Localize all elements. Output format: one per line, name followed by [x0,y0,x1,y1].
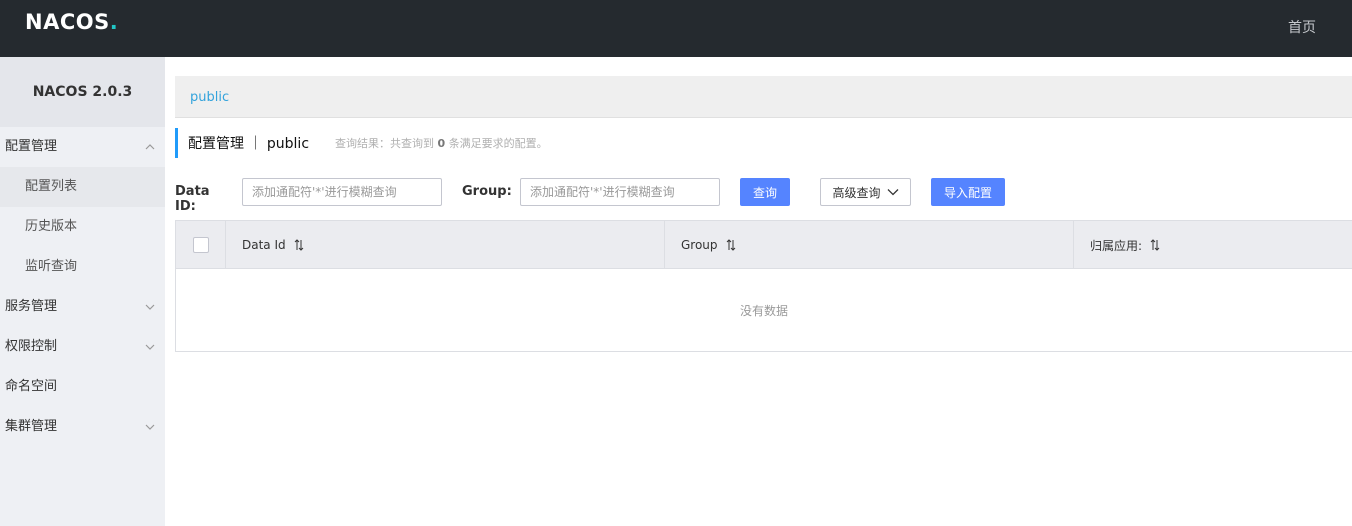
logo-text: NACOS [25,10,110,34]
sidebar-item-label: 配置列表 [25,179,78,194]
chevron-down-icon [145,327,155,367]
sidebar-item-config-management[interactable]: 配置管理 [0,127,165,167]
sort-icon[interactable] [294,239,304,251]
page-title: 配置管理 ｜ public [188,136,310,152]
sort-icon[interactable] [1150,239,1160,251]
import-config-button[interactable]: 导入配置 [931,178,1005,206]
column-header-app[interactable]: 归属应用: [1074,221,1352,269]
sidebar-item-label: 权限控制 [5,339,58,354]
column-label: 归属应用: [1090,238,1143,253]
sidebar: NACOS 2.0.3 配置管理 配置列表 历史版本 监听查询 服务管理 权限控… [0,57,165,526]
sidebar-item-label: 配置管理 [5,139,58,154]
result-suffix: 条满足要求的配置。 [448,137,548,150]
sidebar-item-namespace[interactable]: 命名空间 [0,367,165,407]
chevron-down-icon [145,287,155,327]
column-label: Group [681,238,718,252]
advanced-query-button[interactable]: 高级查询 [820,178,911,206]
nacos-logo[interactable]: NACOS. [25,9,118,35]
sidebar-item-label: 历史版本 [25,219,78,234]
advanced-query-label: 高级查询 [832,185,881,200]
home-link[interactable]: 首页 [1288,17,1316,37]
top-navbar: NACOS. 首页 [0,0,1352,57]
select-all-checkbox[interactable] [192,237,209,253]
table-empty-state: 没有数据 [739,304,788,318]
column-header-group[interactable]: Group [665,221,1074,269]
data-id-input[interactable] [242,178,442,206]
sidebar-item-label: 集群管理 [5,419,58,434]
sidebar-item-label: 监听查询 [25,259,78,274]
select-all-cell [176,221,226,269]
sidebar-version-title: NACOS 2.0.3 [0,57,165,127]
sidebar-item-access-control[interactable]: 权限控制 [0,327,165,367]
column-label: Data Id [242,238,286,252]
result-count: 0 [437,137,446,150]
sort-icon[interactable] [726,239,736,251]
sidebar-item-label: 服务管理 [5,299,58,314]
chevron-down-icon [887,189,898,196]
query-button[interactable]: 查询 [740,178,790,206]
sidebar-item-listener-query[interactable]: 监听查询 [0,247,165,287]
namespace-bar: public [175,76,1352,118]
result-prefix: 查询结果：共查询到 [335,137,435,150]
sidebar-item-cluster-management[interactable]: 集群管理 [0,407,165,447]
group-label: Group: [462,184,512,199]
sidebar-item-history[interactable]: 历史版本 [0,207,165,247]
sidebar-item-label: 命名空间 [5,379,58,394]
logo-dot: . [109,10,118,34]
data-id-label: Data ID: [175,184,210,214]
namespace-public-link[interactable]: public [190,90,229,105]
column-header-data-id[interactable]: Data Id [226,221,665,269]
page-title-row: 配置管理 ｜ public 查询结果：共查询到 0 条满足要求的配置。 [175,128,548,158]
chevron-down-icon [145,407,155,447]
title-accent-bar [175,128,178,158]
config-table: Data Id Group 归属应用: 没有数据 [175,220,1352,352]
table-header: Data Id Group 归属应用: [176,221,1352,269]
sidebar-item-config-list[interactable]: 配置列表 [0,167,165,207]
query-result-summary: 查询结果：共查询到 0 条满足要求的配置。 [335,135,548,151]
chevron-up-icon [145,127,155,167]
group-input[interactable] [520,178,720,206]
sidebar-item-service-management[interactable]: 服务管理 [0,287,165,327]
